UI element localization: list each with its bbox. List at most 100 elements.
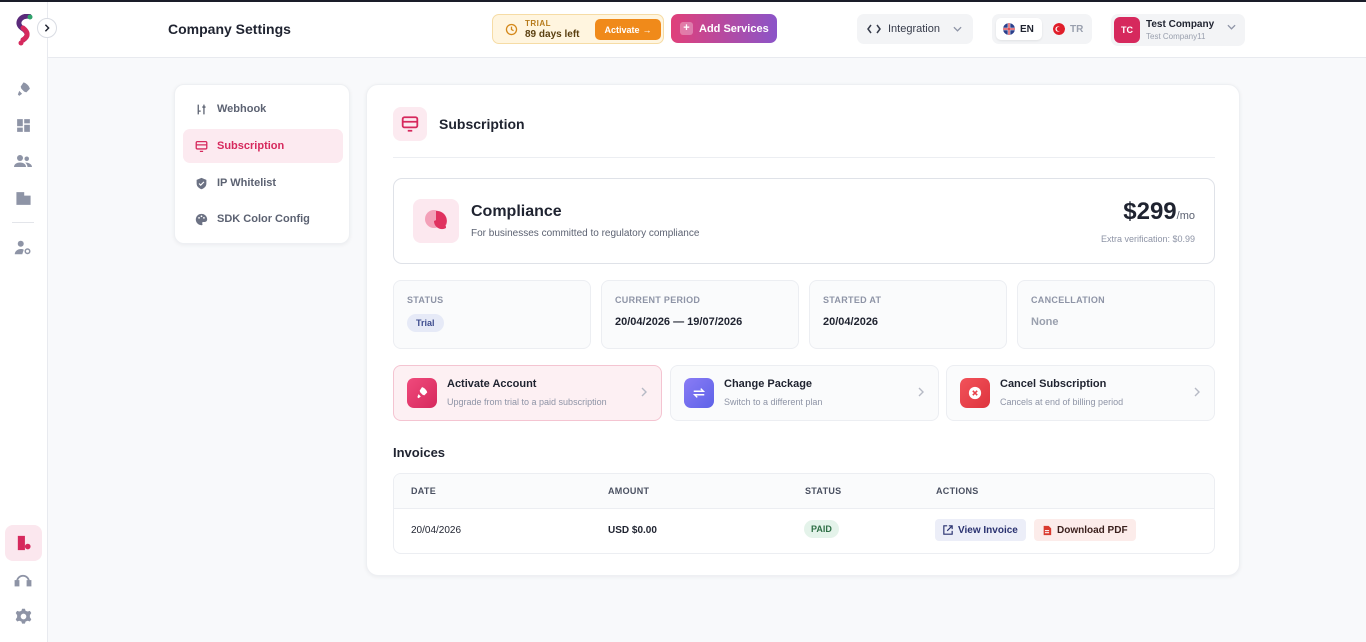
language-tr-button[interactable]: TR: [1048, 18, 1088, 40]
add-services-button[interactable]: + Add Services: [671, 14, 777, 43]
users-icon[interactable]: [12, 150, 34, 172]
trial-label: TRIAL: [525, 19, 552, 28]
info-label: STATUS: [407, 295, 444, 305]
activate-account-card[interactable]: Activate Account Upgrade from trial to a…: [393, 365, 662, 421]
info-label: STARTED AT: [823, 295, 882, 305]
status-badge: Trial: [407, 314, 444, 332]
invoices-title: Invoices: [393, 445, 446, 460]
action-subtitle: Switch to a different plan: [724, 397, 823, 407]
rocket-icon: [407, 378, 437, 408]
plan-logo-icon: [413, 199, 459, 243]
rocket-icon[interactable]: [12, 78, 34, 100]
plan-card: Compliance For businesses committed to r…: [393, 178, 1215, 264]
support-icon[interactable]: [12, 568, 34, 590]
left-rail: [0, 2, 48, 642]
palette-icon: [195, 213, 208, 225]
invoice-status-badge: PAID: [804, 520, 839, 538]
language-switcher: EN TR: [992, 14, 1092, 44]
info-label: CURRENT PERIOD: [615, 295, 701, 305]
chevron-right-icon: [641, 387, 647, 397]
company-settings-icon[interactable]: [5, 525, 42, 561]
plan-price-period: /mo: [1176, 210, 1195, 222]
plan-price: $299/mo: [1123, 198, 1195, 226]
app-logo[interactable]: [13, 13, 35, 46]
integration-label: Integration: [888, 23, 940, 35]
section-divider: [393, 157, 1215, 158]
building-icon[interactable]: [12, 187, 34, 209]
change-package-card[interactable]: Change Package Switch to a different pla…: [670, 365, 939, 421]
table-header: DATE AMOUNT STATUS ACTIONS: [394, 474, 1214, 509]
settings-nav-label: Subscription: [217, 140, 285, 152]
tr-flag-icon: [1053, 23, 1065, 35]
download-pdf-label: Download PDF: [1057, 524, 1128, 536]
plus-icon: +: [680, 22, 693, 35]
page-title: Company Settings: [168, 21, 291, 37]
plan-description: For businesses committed to regulatory c…: [471, 228, 700, 239]
webhook-icon: [197, 104, 206, 114]
clock-icon: [505, 23, 518, 36]
settings-nav: Webhook Subscription IP Whitelist SDK Co…: [174, 84, 350, 244]
column-header: DATE: [411, 486, 437, 496]
settings-nav-ip-whitelist[interactable]: IP Whitelist: [183, 166, 343, 200]
view-invoice-button[interactable]: View Invoice: [935, 519, 1026, 541]
invoices-table: DATE AMOUNT STATUS ACTIONS 20/04/2026 US…: [393, 473, 1215, 554]
settings-nav-subscription[interactable]: Subscription: [183, 129, 343, 163]
language-en-label: EN: [1020, 23, 1034, 35]
dashboard-icon[interactable]: [12, 114, 34, 136]
settings-nav-label: SDK Color Config: [217, 213, 310, 225]
language-tr-label: TR: [1070, 23, 1084, 35]
arrow-right-icon: →: [642, 24, 652, 35]
pdf-file-icon: [1043, 525, 1052, 535]
trial-banner: TRIAL 89 days left Activate →: [492, 14, 664, 44]
top-header: Company Settings TRIAL 89 days left Acti…: [48, 2, 1366, 58]
shield-icon: [196, 177, 207, 189]
action-title: Change Package: [724, 378, 813, 390]
info-label: CANCELLATION: [1031, 295, 1105, 305]
external-link-icon: [943, 525, 953, 535]
chevron-right-icon: [44, 24, 50, 32]
action-subtitle: Upgrade from trial to a paid subscriptio…: [447, 397, 607, 407]
subscription-panel: Subscription Compliance For businesses c…: [366, 84, 1240, 576]
company-menu[interactable]: TC Test Company Test Company11: [1111, 14, 1245, 46]
info-value: 20/04/2026: [823, 316, 879, 328]
info-status: STATUS Trial: [393, 280, 591, 349]
uk-flag-icon: [1003, 23, 1015, 35]
settings-nav-label: IP Whitelist: [217, 177, 277, 189]
column-header: ACTIONS: [936, 486, 979, 496]
action-subtitle: Cancels at end of billing period: [1000, 397, 1124, 407]
user-settings-icon[interactable]: [12, 236, 34, 258]
plan-extra-verification: Extra verification: $0.99: [1100, 234, 1195, 244]
action-title: Activate Account: [447, 378, 537, 390]
language-en-button[interactable]: EN: [996, 18, 1042, 40]
subscription-icon: [195, 140, 208, 152]
download-pdf-button[interactable]: Download PDF: [1034, 519, 1136, 541]
plan-name: Compliance: [471, 203, 562, 220]
plan-price-amount: $299: [1123, 198, 1177, 225]
integration-dropdown[interactable]: Integration: [857, 14, 973, 44]
info-started-at: STARTED AT 20/04/2026: [809, 280, 1007, 349]
chevron-down-icon: [1227, 24, 1236, 30]
company-subtitle: Test Company11: [1146, 32, 1206, 41]
action-title: Cancel Subscription: [1000, 378, 1107, 390]
invoice-date: 20/04/2026: [411, 525, 462, 536]
activate-label: Activate: [604, 24, 640, 35]
section-title: Subscription: [439, 116, 525, 132]
add-services-label: Add Services: [699, 22, 769, 35]
info-cancellation: CANCELLATION None: [1017, 280, 1215, 349]
activate-trial-button[interactable]: Activate →: [595, 19, 661, 40]
gear-icon[interactable]: [12, 605, 34, 627]
settings-nav-sdk-color-config[interactable]: SDK Color Config: [183, 202, 343, 236]
cancel-subscription-card[interactable]: Cancel Subscription Cancels at end of bi…: [946, 365, 1215, 421]
chevron-right-icon: [918, 387, 924, 397]
view-invoice-label: View Invoice: [958, 524, 1018, 536]
info-current-period: CURRENT PERIOD 20/04/2026 — 19/07/2026: [601, 280, 799, 349]
rail-divider: [12, 222, 34, 223]
info-value: 20/04/2026 — 19/07/2026: [615, 316, 743, 328]
expand-sidebar-button[interactable]: [37, 18, 57, 38]
chevron-right-icon: [1194, 387, 1200, 397]
trial-days-left: 89 days left: [525, 29, 580, 40]
info-value: None: [1031, 316, 1059, 328]
settings-nav-webhook[interactable]: Webhook: [183, 92, 343, 126]
cancel-icon: [960, 378, 990, 408]
column-header: STATUS: [805, 486, 842, 496]
